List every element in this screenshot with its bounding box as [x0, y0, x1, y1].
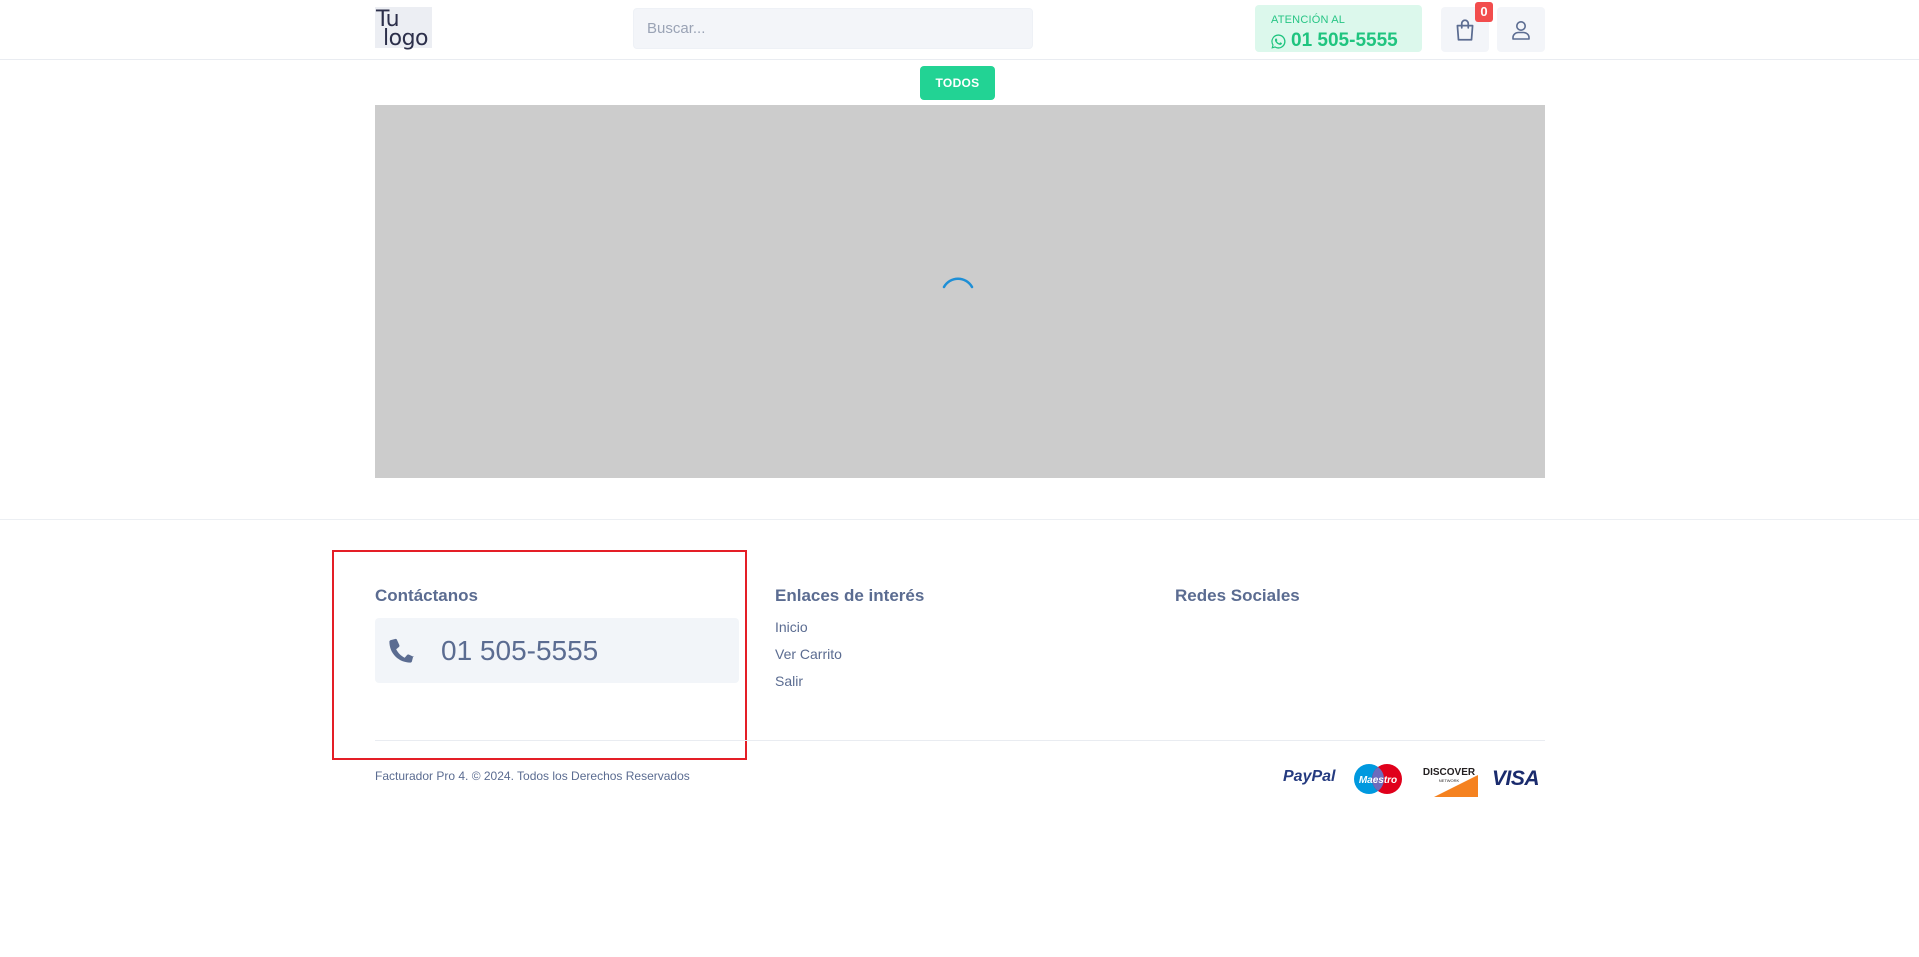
footer-link-ver-carrito[interactable]: Ver Carrito [775, 646, 842, 662]
maestro-logo-text: Maestro [1359, 775, 1397, 786]
copyright-text: Facturador Pro 4. © 2024. Todos los Dere… [375, 769, 690, 783]
footer-divider [375, 740, 1545, 741]
maestro-logo: Maestro [1354, 764, 1402, 794]
discover-logo: DISCOVER NETWORK [1420, 765, 1478, 797]
user-icon [1512, 20, 1530, 40]
footer-link-inicio[interactable]: Inicio [775, 619, 808, 635]
logo-line-2: logo [383, 26, 429, 51]
section-divider [0, 519, 1919, 520]
support-phone-box[interactable]: ATENCIÓN AL 01 505-5555 [1255, 5, 1422, 52]
site-header: Tu logo ATENCIÓN AL 01 505-5555 0 [0, 0, 1919, 60]
search-input[interactable] [633, 8, 1033, 49]
footer-heading-links: Enlaces de interés [775, 586, 925, 605]
loading-spinner-icon [942, 277, 974, 289]
footer-link-salir[interactable]: Salir [775, 673, 803, 689]
discover-logo-subtext: NETWORK [1439, 778, 1460, 783]
discover-logo-text: DISCOVER [1423, 767, 1476, 778]
account-button[interactable] [1497, 7, 1545, 52]
support-phone-number: 01 505-5555 [1291, 30, 1398, 51]
support-phone: 01 505-5555 [1270, 30, 1398, 52]
whatsapp-icon [1271, 33, 1286, 49]
footer-heading-social: Redes Sociales [1175, 586, 1300, 605]
support-caption: ATENCIÓN AL [1271, 14, 1346, 26]
category-tab-todos[interactable]: TODOS [920, 66, 995, 100]
shopping-bag-icon [1456, 18, 1474, 41]
banner-carousel [375, 105, 1545, 478]
paypal-logo: PayPal [1283, 768, 1336, 785]
cart-count-badge: 0 [1475, 2, 1493, 22]
highlight-annotation-box [332, 550, 747, 760]
site-logo[interactable]: Tu logo [375, 7, 432, 51]
visa-logo: VISA [1492, 767, 1540, 790]
